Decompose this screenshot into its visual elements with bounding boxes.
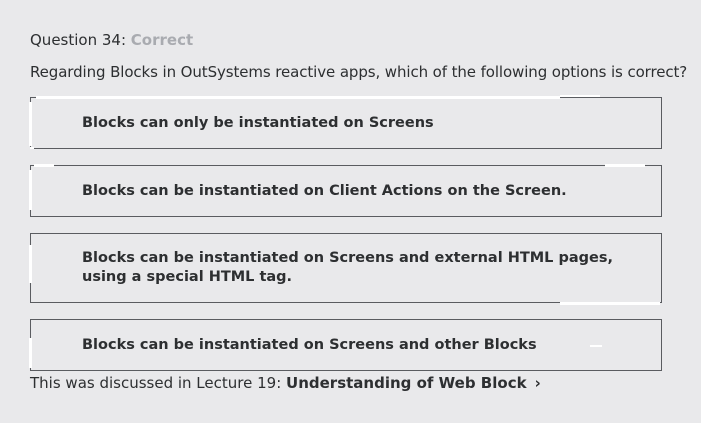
answer-option-label: Blocks can only be instantiated on Scree… (82, 115, 434, 131)
question-header: Question 34: Correct (30, 30, 193, 50)
redaction-mask (34, 164, 54, 167)
answer-option-label: Blocks can be instantiated on Screens an… (82, 337, 537, 353)
redaction-mask (560, 302, 660, 305)
chevron-right-icon[interactable]: › (535, 373, 541, 393)
answer-option-label: Blocks can be instantiated on Client Act… (82, 183, 567, 199)
answer-option-3[interactable]: Blocks can be instantiated on Screens an… (30, 233, 662, 303)
redaction-mask (29, 102, 32, 146)
redaction-mask (29, 338, 32, 368)
redaction-mask (29, 170, 32, 210)
redaction-mask (29, 245, 32, 283)
lecture-link[interactable]: Understanding of Web Block (286, 374, 527, 392)
redaction-mask (560, 95, 600, 97)
redaction-mask (36, 96, 560, 99)
answer-option-4[interactable]: Blocks can be instantiated on Screens an… (30, 319, 662, 371)
answer-option-1[interactable]: Blocks can only be instantiated on Scree… (30, 97, 662, 149)
redaction-mask (590, 345, 602, 347)
question-status: Correct (130, 31, 194, 49)
lecture-reference-text: This was discussed in Lecture 19: (30, 374, 282, 392)
question-text: Regarding Blocks in OutSystems reactive … (30, 63, 688, 81)
answer-option-label: Blocks can be instantiated on Screens an… (82, 250, 613, 285)
lecture-reference: This was discussed in Lecture 19: Unders… (30, 373, 541, 393)
answer-option-2[interactable]: Blocks can be instantiated on Client Act… (30, 165, 662, 217)
question-number: Question 34: (30, 31, 126, 49)
redaction-mask (30, 147, 34, 149)
redaction-mask (605, 164, 645, 167)
